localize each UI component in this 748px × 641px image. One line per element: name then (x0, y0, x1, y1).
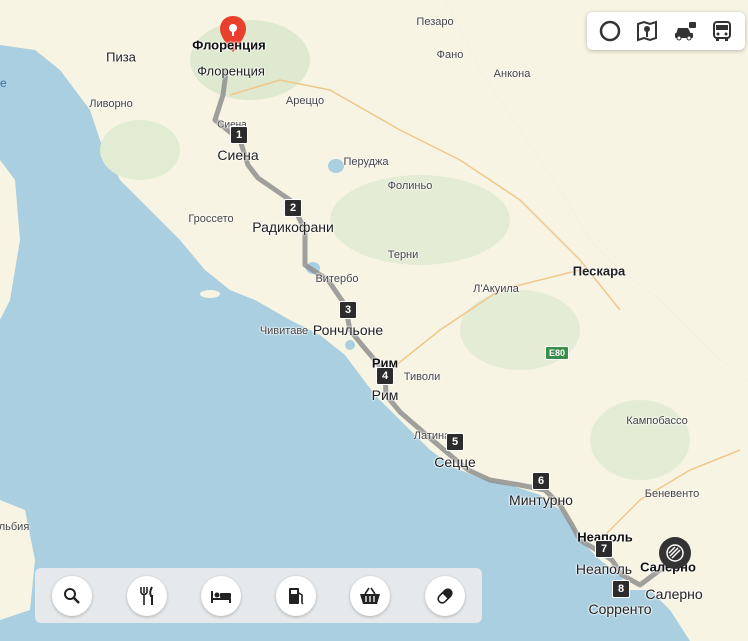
route-stop-label: Рим (371, 387, 399, 403)
alice-button[interactable] (595, 16, 625, 46)
map-top-toolbar (587, 12, 745, 50)
route-stop-marker[interactable]: 6 (532, 472, 550, 490)
city-label: Ареццо (285, 95, 325, 107)
city-label: Латина (413, 430, 451, 442)
city-label: Флоренция (197, 63, 265, 79)
search-icon (64, 587, 81, 604)
pin-title: Флоренция (192, 37, 266, 53)
bed-icon (211, 590, 232, 603)
route-stop-label: Сиена (217, 147, 259, 163)
city-label: Тиволи (403, 371, 441, 383)
search-category-button[interactable] (52, 575, 93, 616)
lake-trasimeno (328, 159, 344, 173)
city-label: Кампобассо (626, 415, 688, 427)
city-label: Анкона (493, 68, 531, 80)
route-stop-label: Радикофани (252, 219, 334, 235)
pill-icon (437, 587, 453, 604)
bus-icon (713, 21, 732, 41)
city-label: Л'Акуила (473, 283, 519, 295)
city-label: Витербо (315, 273, 359, 285)
category-bar (35, 568, 482, 623)
road-shield: E80 (545, 346, 570, 360)
fuel-icon (288, 587, 304, 604)
city-label: Фолиньо (387, 180, 433, 192)
car-button[interactable] (670, 16, 700, 46)
route-stop-label: Неаполь (575, 561, 633, 577)
city-label: Беневенто (644, 488, 700, 500)
route-stop-marker[interactable]: 8 (612, 580, 630, 598)
route-stop-marker[interactable]: 5 (446, 433, 464, 451)
route-stop-marker[interactable]: 7 (595, 540, 613, 558)
lake-bracciano (345, 340, 355, 350)
transit-button[interactable] (707, 16, 737, 46)
city-label: Пескара (572, 263, 626, 279)
car-icon (674, 22, 696, 41)
route-stop-marker[interactable]: 2 (284, 199, 302, 217)
route-stop-label: Сецце (434, 454, 476, 470)
route-stop-label: Минтурно (509, 492, 573, 508)
hotels-category-button[interactable] (201, 575, 242, 616)
route-stop-marker[interactable]: 3 (339, 301, 357, 319)
assistant-icon (599, 20, 620, 42)
city-label: Пиза (106, 49, 136, 65)
route-stop-marker[interactable]: 1 (230, 126, 248, 144)
route-stop-label: Сорренто (588, 601, 652, 617)
city-label: Гроссето (188, 213, 234, 225)
fork-knife-icon (139, 585, 153, 605)
pharmacy-category-button[interactable] (424, 575, 465, 616)
traffic-button[interactable] (632, 16, 662, 46)
edge-text: e (0, 76, 7, 90)
map-canvas[interactable] (0, 0, 748, 641)
city-label: Чивитаве (259, 325, 309, 337)
traffic-light-icon (637, 20, 658, 42)
city-label: Ливорно (89, 98, 133, 110)
fuel-category-button[interactable] (275, 575, 316, 616)
city-label: Терни (387, 249, 419, 261)
basket-icon (360, 587, 381, 604)
route-end-label: Салерно (645, 586, 703, 602)
city-label: Перуджа (343, 156, 389, 168)
layers-button[interactable] (659, 537, 691, 569)
route-stop-marker[interactable]: 4 (376, 367, 394, 385)
route-stop-label: Рончльоне (312, 322, 384, 338)
city-label: льбия (0, 521, 30, 533)
layers-icon (666, 544, 684, 562)
shops-category-button[interactable] (350, 575, 391, 616)
city-label: Фано (436, 49, 464, 61)
city-label: Пезаро (416, 16, 454, 28)
food-category-button[interactable] (126, 575, 167, 616)
